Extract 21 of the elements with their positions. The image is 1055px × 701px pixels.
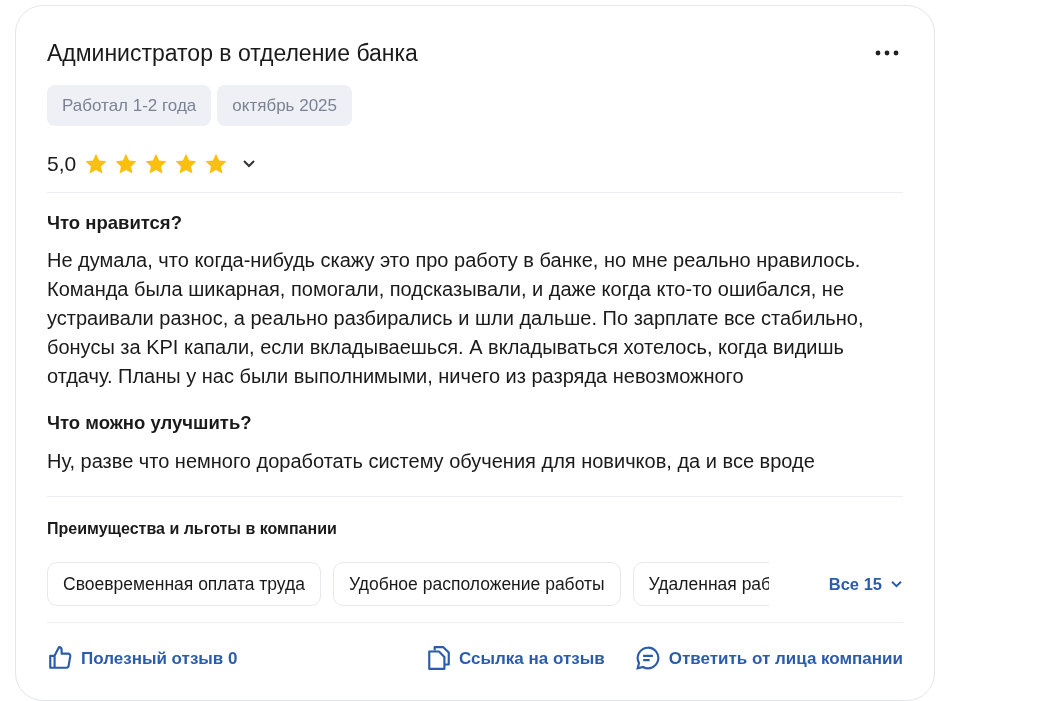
chat-bubble-icon: [634, 645, 661, 672]
helpful-link[interactable]: Полезный отзыв 0: [47, 645, 238, 672]
show-all-button[interactable]: Все 15: [828, 571, 903, 597]
review-text: Ну, разве что немного доработать систему обучения для новичков, да и все вроде: [47, 449, 816, 474]
review-link[interactable]: Ссылка на отзыв: [427, 645, 605, 672]
tag: Работал 1-2 года: [47, 84, 212, 126]
benefits-heading: Преимущества и льготы в компании: [47, 519, 338, 539]
review-text: Не думала, что когда-нибудь скажу это про работу в банке, но мне реально нравилось. Команда была шикарная, помогали, подсказывали, и даже когда кто-то ошибался, не устраивали разнос, а реально разбирались и шли дальше. По зарплате все стабильно, бонусы за KPI капали, если вкладываешься. А вкладываться хотелось, когда видишь отдачу. Планы у нас были выполнимыми, ничего из разряда невозможного: [47, 248, 865, 390]
chevron-down-icon: [890, 580, 903, 589]
thumbs-up-icon: [47, 645, 73, 672]
benefit-chip: Своевременная оплата труда: [47, 562, 321, 607]
review-title: Администратор в отделение банка: [47, 39, 418, 68]
copy-icon: [427, 645, 452, 672]
reply-link[interactable]: Ответить от лица компании: [634, 645, 903, 672]
more-icon[interactable]: [875, 50, 899, 57]
benefit-chip: Удобное расположение работы: [333, 562, 621, 607]
tag: октябрь 2025: [217, 84, 352, 126]
chevron-down-icon[interactable]: [242, 159, 257, 169]
section-heading: Что можно улучшить?: [47, 411, 253, 436]
rating-value: 5,0: [47, 151, 77, 177]
section-heading: Что нравится?: [47, 210, 183, 235]
